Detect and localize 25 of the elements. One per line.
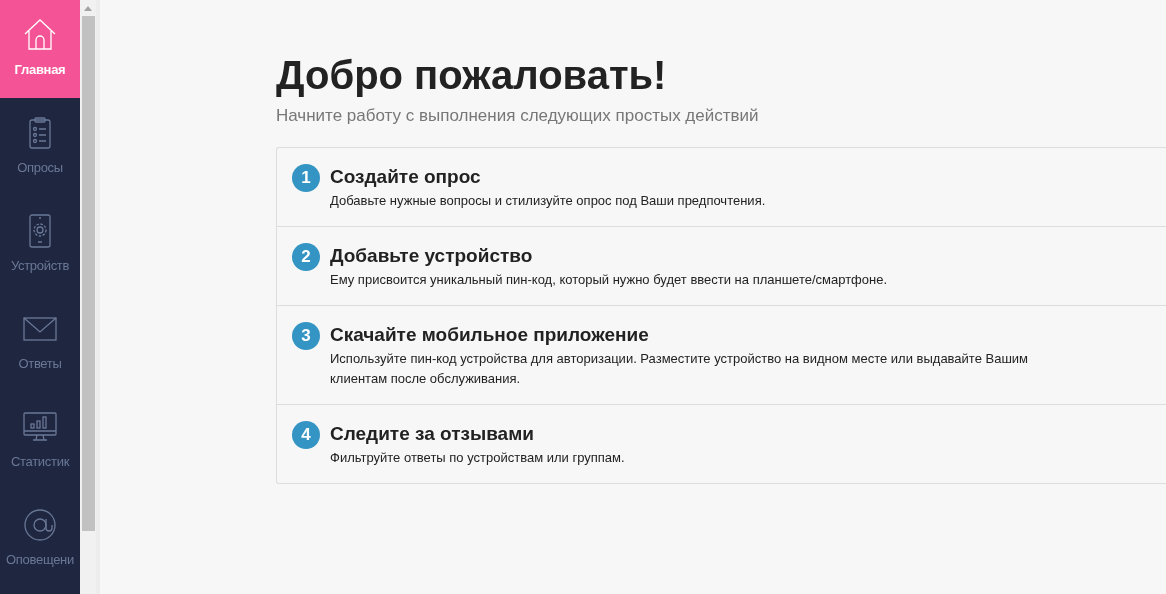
step-description: Добавьте нужные вопросы и стилизуйте опрос под Ваши предпочтения. <box>330 192 766 210</box>
step-number-badge: 1 <box>292 164 320 192</box>
nav-item[interactable]: Ответы <box>0 294 80 392</box>
scroll-up-arrow-icon[interactable] <box>84 6 92 11</box>
at-sign-icon <box>22 507 58 543</box>
scrollbar[interactable] <box>80 0 100 594</box>
step-title: Следите за отзывами <box>330 422 535 446</box>
house-icon <box>22 17 58 53</box>
nav-item[interactable]: Главная <box>0 0 80 98</box>
step-number-badge: 4 <box>292 421 320 449</box>
page-subtitle: Начните работу с выполнения следующих простых действий <box>276 106 760 126</box>
step-title: Создайте опрос <box>330 165 482 189</box>
step-number-badge: 3 <box>292 322 320 350</box>
step-title: Скачайте мобильное приложение <box>330 323 650 347</box>
nav-item[interactable]: Опросы <box>0 98 80 196</box>
step-description: Ему присвоится уникальный пин-код, который нужно будет ввести на планшете/смартфоне. <box>330 271 888 289</box>
scrollbar-thumb[interactable] <box>81 16 95 531</box>
step-description: Фильтруйте ответы по устройствам или группам. <box>330 449 625 467</box>
step-number-badge: 2 <box>292 243 320 271</box>
nav-item[interactable]: Оповещени <box>0 490 80 588</box>
page-title: Добро пожаловать! <box>276 52 668 99</box>
nav-item[interactable]: Статистик <box>0 392 80 490</box>
step-title: Добавьте устройство <box>330 244 534 268</box>
step-description: Используйте пин-код устройства для авторизации. Разместите устройство на видном месте или выдавайте Вашим клиентам после обслуживания. <box>330 350 1030 388</box>
nav-item[interactable]: Устройств <box>0 196 80 294</box>
